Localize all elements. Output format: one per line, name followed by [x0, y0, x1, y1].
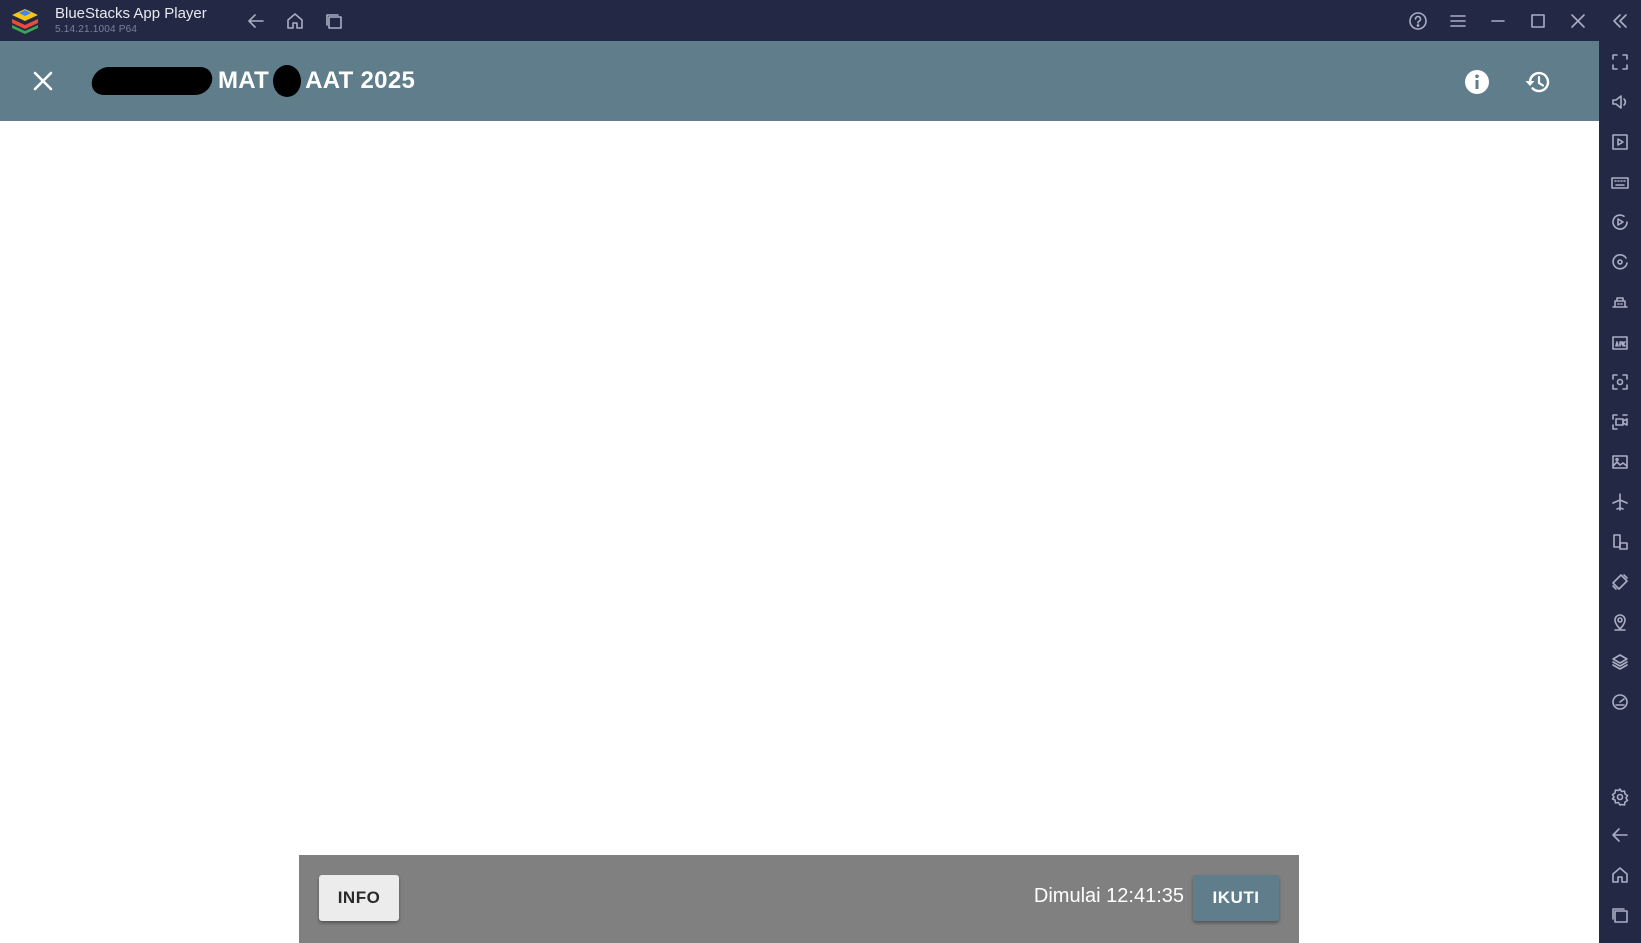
airplane-mode-icon[interactable]: [1607, 489, 1633, 515]
recent-apps-icon[interactable]: [1607, 902, 1633, 928]
app-name: BlueStacks App Player: [55, 5, 207, 22]
info-icon: [1465, 70, 1489, 94]
window-titlebar: BlueStacks App Player 5.14.21.1004 P64: [0, 0, 1641, 41]
shake-icon[interactable]: [1607, 569, 1633, 595]
minimize-icon[interactable]: [1485, 8, 1511, 34]
redacted-text: [273, 65, 302, 97]
content-area[interactable]: [0, 121, 1599, 943]
info-button[interactable]: [1462, 67, 1492, 97]
maximize-icon[interactable]: [1525, 8, 1551, 34]
close-icon[interactable]: [1565, 8, 1591, 34]
info-text-button[interactable]: INFO: [319, 875, 399, 921]
start-timer-text: Dimulai 12:41:35: [1033, 885, 1184, 907]
home-icon[interactable]: [282, 8, 308, 34]
eco-mode-icon[interactable]: [1607, 689, 1633, 715]
media-icon[interactable]: [1607, 129, 1633, 155]
install-apk-icon[interactable]: [1607, 329, 1633, 355]
title-part-2: AAT 2025: [305, 67, 416, 94]
home-icon[interactable]: [1607, 862, 1633, 888]
back-arrow-icon[interactable]: [243, 8, 269, 34]
sync-icon[interactable]: [1607, 249, 1633, 275]
page-title: MAT AAT 2025: [89, 61, 416, 101]
bluestacks-logo-icon: [12, 9, 38, 34]
screen-record-icon[interactable]: [1607, 409, 1633, 435]
rotate-icon[interactable]: [1607, 529, 1633, 555]
bottom-action-bar: INFO Dimulai 12:41:35 IKUTI: [299, 855, 1299, 943]
title-part-1: MAT: [218, 67, 270, 94]
app-header: MAT AAT 2025: [0, 41, 1599, 121]
help-icon[interactable]: [1405, 8, 1431, 34]
history-button[interactable]: [1522, 67, 1554, 97]
close-exam-button[interactable]: [28, 66, 58, 96]
menu-icon[interactable]: [1445, 8, 1471, 34]
keyboard-icon[interactable]: [1607, 169, 1633, 195]
recent-apps-icon[interactable]: [321, 8, 347, 34]
game-controls-icon[interactable]: [1607, 289, 1633, 315]
redacted-text: [89, 67, 215, 95]
fullscreen-icon[interactable]: [1607, 49, 1633, 75]
media-folder-icon[interactable]: [1607, 449, 1633, 475]
volume-icon[interactable]: [1607, 89, 1633, 115]
bluestacks-sidebar: [1599, 41, 1641, 943]
multi-instance-icon[interactable]: [1607, 649, 1633, 675]
follow-button[interactable]: IKUTI: [1193, 875, 1279, 921]
app-version: 5.14.21.1004 P64: [55, 24, 138, 35]
settings-icon[interactable]: [1607, 784, 1633, 810]
location-icon[interactable]: [1607, 609, 1633, 635]
screenshot-icon[interactable]: [1607, 369, 1633, 395]
history-icon: [1525, 71, 1550, 93]
macro-record-icon[interactable]: [1607, 209, 1633, 235]
collapse-sidebar-icon[interactable]: [1607, 8, 1633, 34]
back-icon[interactable]: [1607, 822, 1633, 848]
close-icon: [33, 71, 53, 91]
